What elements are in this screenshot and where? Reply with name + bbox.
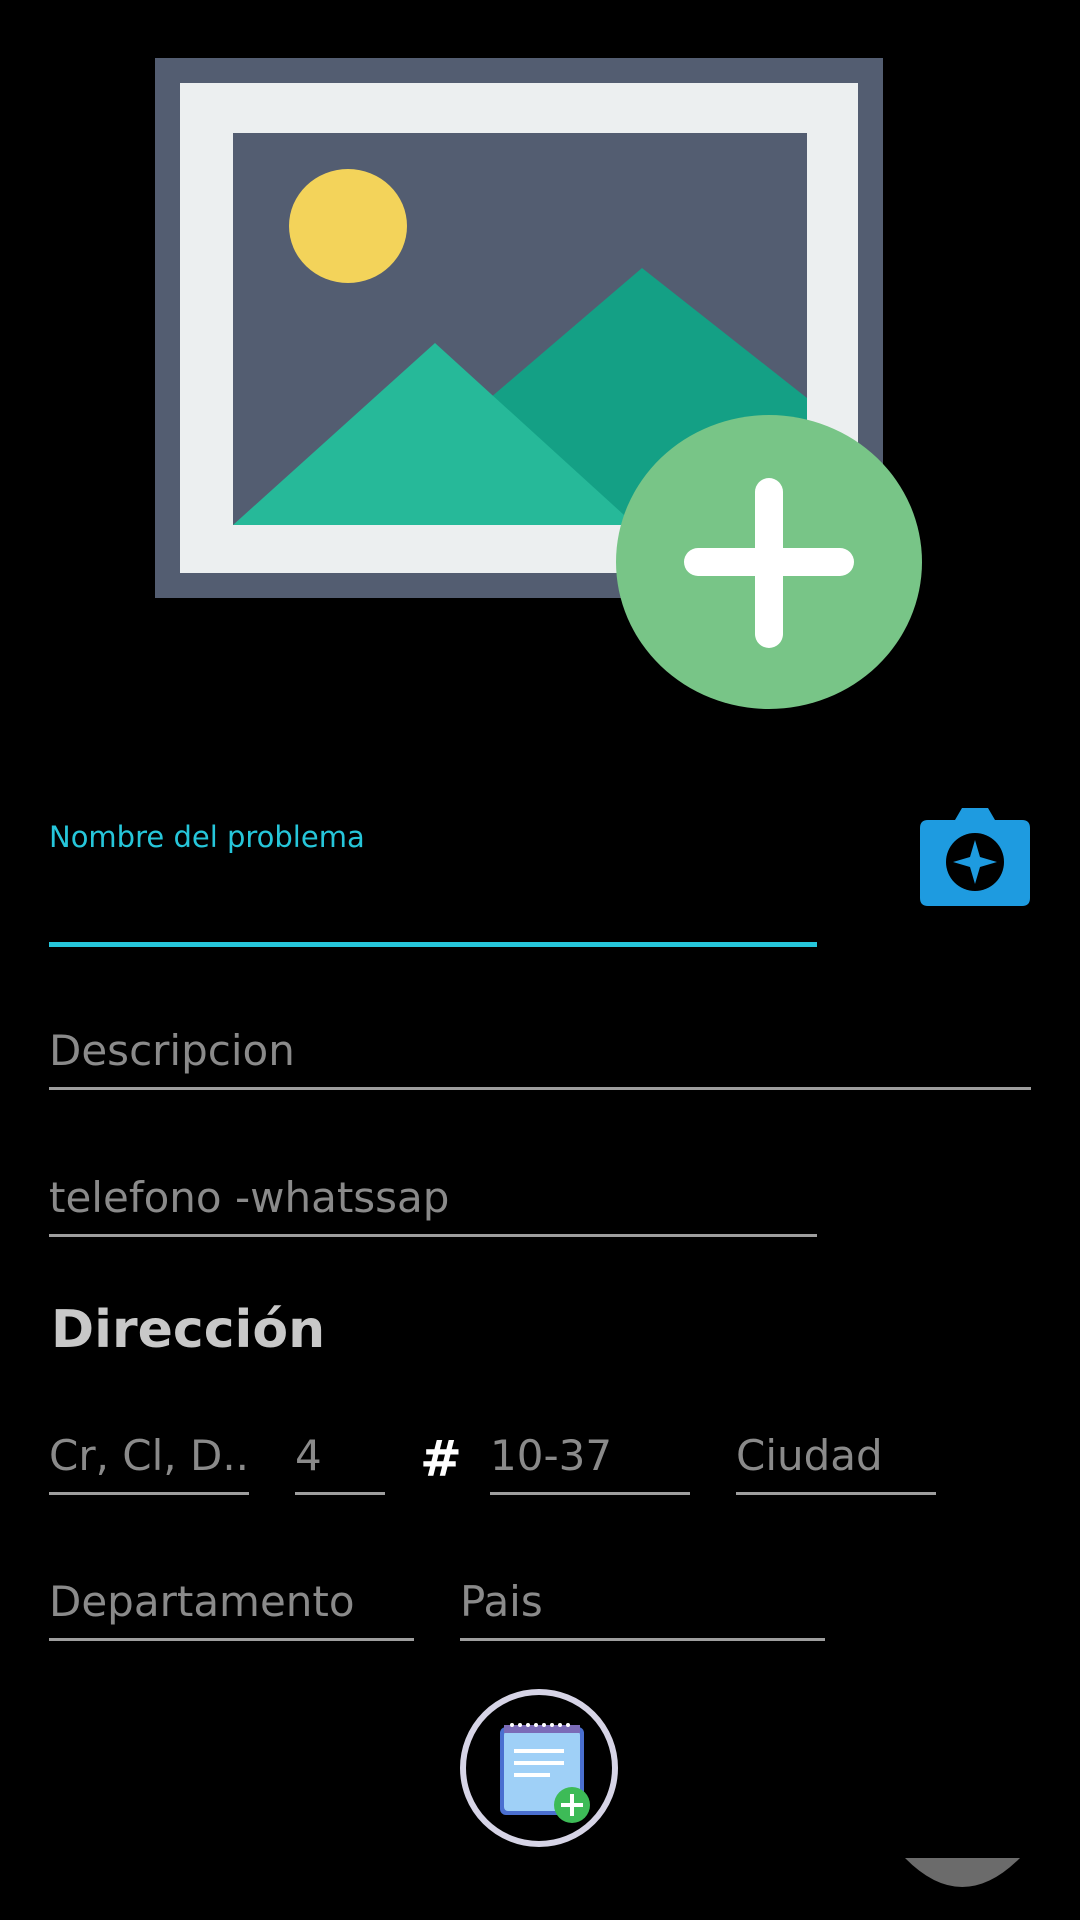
description-input[interactable]: [49, 1020, 1031, 1080]
street-type-field[interactable]: [49, 1415, 249, 1495]
street-type-input[interactable]: [49, 1425, 249, 1485]
camera-icon: [920, 808, 1030, 906]
street-type-underline: [49, 1492, 249, 1495]
department-field[interactable]: [49, 1561, 414, 1641]
hash-separator: #: [420, 1430, 462, 1488]
problem-name-field[interactable]: Nombre del problema: [49, 820, 817, 947]
add-photo-icon: [155, 58, 922, 709]
city-underline: [736, 1492, 936, 1495]
street-number-input[interactable]: [295, 1425, 385, 1485]
description-underline: [49, 1087, 1031, 1090]
phone-field[interactable]: [49, 1157, 817, 1237]
save-report-button[interactable]: [460, 1689, 618, 1847]
country-underline: [460, 1638, 825, 1641]
problem-name-underline: [49, 942, 817, 947]
house-number-underline: [490, 1492, 690, 1495]
house-number-field[interactable]: [490, 1415, 690, 1495]
address-heading: Dirección: [51, 1300, 326, 1360]
phone-underline: [49, 1234, 817, 1237]
camera-button[interactable]: [920, 806, 1030, 906]
house-number-input[interactable]: [490, 1425, 690, 1485]
city-field[interactable]: [736, 1415, 936, 1495]
problem-name-input[interactable]: [49, 877, 817, 937]
description-field[interactable]: [49, 1010, 1031, 1090]
add-note-icon: [500, 1723, 590, 1823]
street-number-field[interactable]: [295, 1415, 385, 1495]
problem-name-label: Nombre del problema: [49, 820, 365, 854]
country-input[interactable]: [460, 1571, 825, 1631]
country-field[interactable]: [460, 1561, 825, 1641]
department-input[interactable]: [49, 1571, 414, 1631]
partial-circle-shape: [905, 1858, 1020, 1887]
city-input[interactable]: [736, 1425, 936, 1485]
phone-input[interactable]: [49, 1167, 817, 1227]
add-image-button[interactable]: [155, 58, 925, 713]
department-underline: [49, 1638, 414, 1641]
street-number-underline: [295, 1492, 385, 1495]
